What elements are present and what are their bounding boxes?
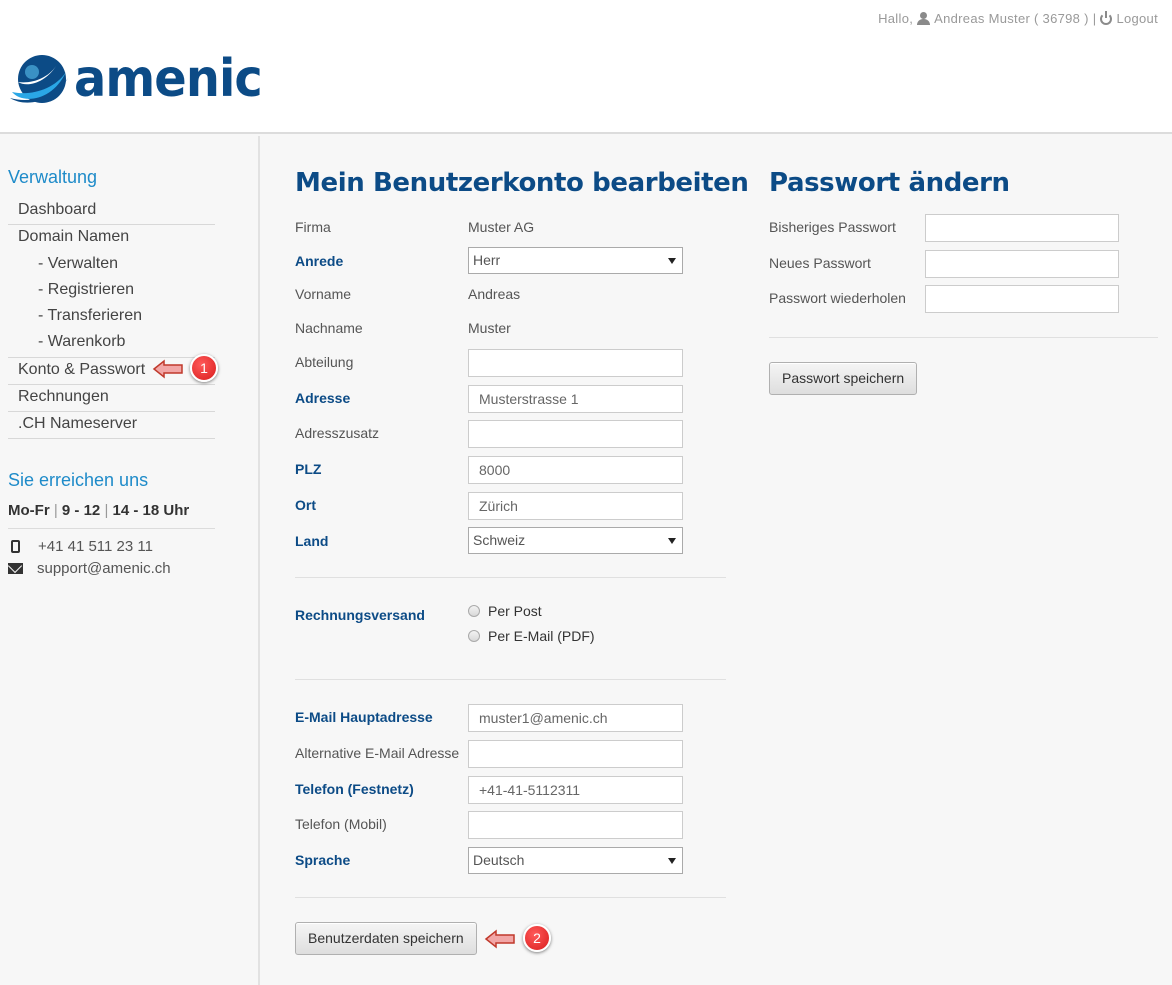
annotation-badge: 2 — [523, 924, 551, 952]
user-bar: Hallo, Andreas Muster ( 36798 ) | Logout — [878, 10, 1158, 26]
caret-down-icon — [668, 538, 676, 544]
email-link[interactable]: support@amenic.ch — [37, 560, 171, 577]
versand-option-post[interactable]: Per Post — [468, 603, 542, 619]
sidebar-item-rechnungen[interactable]: Rechnungen — [8, 385, 215, 412]
anrede-select[interactable]: Herr — [468, 247, 683, 274]
separator: | — [1092, 11, 1097, 26]
arrow-left-icon — [152, 359, 183, 379]
anrede-label: Anrede — [295, 253, 344, 269]
logo-text: amenic — [74, 49, 263, 109]
plz-input[interactable]: 8000 — [468, 456, 683, 484]
telefon-label: Telefon (Festnetz) — [295, 781, 414, 797]
firma-value: Muster AG — [468, 219, 535, 235]
hours-slot2: 14 - 18 Uhr — [112, 502, 190, 519]
land-label: Land — [295, 533, 329, 549]
arrow-left-icon — [484, 929, 515, 949]
versand-option-label: Per Post — [488, 603, 542, 619]
logout-link[interactable]: Logout — [1116, 11, 1158, 26]
sidebar-heading: Verwaltung — [8, 167, 98, 187]
rechnungsversand-label: Rechnungsversand — [295, 607, 425, 623]
nachname-value: Muster — [468, 320, 511, 336]
adresse-label: Adresse — [295, 390, 351, 406]
email-input[interactable]: muster1@amenic.ch — [468, 704, 683, 732]
mobil-input[interactable] — [468, 811, 683, 839]
radio-button[interactable] — [468, 605, 480, 617]
firma-label: Firma — [295, 219, 331, 235]
caret-down-icon — [668, 258, 676, 264]
plz-label: PLZ — [295, 461, 322, 477]
old-password-input[interactable] — [925, 214, 1119, 242]
sidebar-nav: Dashboard Domain Namen - Verwalten - Reg… — [8, 198, 215, 439]
divider — [295, 577, 726, 578]
old-password-label: Bisheriges Passwort — [769, 219, 896, 235]
ort-label: Ort — [295, 497, 316, 513]
phone-icon — [11, 540, 20, 553]
sidebar-item-transferieren[interactable]: - Transferieren — [8, 304, 215, 330]
sidebar-item-verwalten[interactable]: - Verwalten — [8, 252, 215, 278]
hours-sep: | — [104, 502, 109, 519]
contact-heading: Sie erreichen uns — [8, 470, 149, 490]
logo[interactable]: amenic — [8, 52, 278, 106]
hours-slot1: 9 - 12 — [61, 502, 101, 519]
divider — [769, 337, 1158, 338]
user-name-link[interactable]: Andreas Muster ( 36798 ) — [934, 11, 1089, 26]
abteilung-input[interactable] — [468, 349, 683, 377]
sidebar-item-registrieren[interactable]: - Registrieren — [8, 278, 215, 304]
nachname-label: Nachname — [295, 320, 363, 336]
annotation-badge: 1 — [190, 354, 218, 382]
repeat-password-label: Passwort wiederholen — [769, 290, 906, 306]
opening-hours: Mo-Fr | 9 - 12 | 14 - 18 Uhr — [8, 502, 215, 529]
phone-number: +41 41 511 23 11 — [38, 538, 153, 555]
alt-email-label: Alternative E-Mail Adresse — [295, 745, 460, 761]
save-account-button[interactable]: Benutzerdaten speichern — [295, 922, 477, 955]
repeat-password-input[interactable] — [925, 285, 1119, 313]
hours-sep: | — [53, 502, 58, 519]
logo-swirl-icon — [8, 52, 70, 106]
mobil-label: Telefon (Mobil) — [295, 816, 387, 832]
account-title: Mein Benutzerkonto bearbeiten — [295, 168, 749, 198]
sidebar-item-nameserver[interactable]: .CH Nameserver — [8, 412, 215, 439]
save-password-button[interactable]: Passwort speichern — [769, 362, 918, 395]
land-selected: Schweiz — [473, 532, 526, 548]
mail-icon — [8, 563, 23, 574]
sprache-select[interactable]: Deutsch — [468, 847, 683, 874]
adresszusatz-label: Adresszusatz — [295, 425, 380, 441]
adresszusatz-input[interactable] — [468, 420, 683, 448]
email-label: E-Mail Hauptadresse — [295, 709, 433, 725]
adresse-input[interactable]: Musterstrasse 1 — [468, 385, 683, 413]
caret-down-icon — [668, 858, 676, 864]
contact-email: support@amenic.ch — [8, 560, 171, 577]
anrede-selected: Herr — [473, 252, 501, 268]
vorname-value: Andreas — [468, 286, 521, 302]
sprache-label: Sprache — [295, 852, 351, 868]
greeting-text: Hallo, — [878, 11, 914, 26]
sprache-selected: Deutsch — [473, 852, 525, 868]
user-icon — [917, 12, 931, 25]
page-header: Hallo, Andreas Muster ( 36798 ) | Logout… — [0, 0, 1172, 134]
hours-days: Mo-Fr — [8, 502, 50, 519]
alt-email-input[interactable] — [468, 740, 683, 768]
telefon-input[interactable]: +41-41-5112311 — [468, 776, 683, 804]
new-password-label: Neues Passwort — [769, 255, 871, 271]
sidebar-item-warenkorb[interactable]: - Warenkorb — [8, 330, 215, 358]
versand-option-email[interactable]: Per E-Mail (PDF) — [468, 628, 595, 644]
sidebar-item-domain-namen[interactable]: Domain Namen — [8, 225, 215, 252]
land-select[interactable]: Schweiz — [468, 527, 683, 554]
versand-option-label: Per E-Mail (PDF) — [488, 628, 595, 644]
divider — [295, 897, 726, 898]
vorname-label: Vorname — [295, 286, 352, 302]
divider — [295, 679, 726, 680]
new-password-input[interactable] — [925, 250, 1119, 278]
abteilung-label: Abteilung — [295, 354, 354, 370]
radio-button[interactable] — [468, 630, 480, 642]
power-icon[interactable] — [1100, 10, 1113, 25]
ort-input[interactable]: Zürich — [468, 492, 683, 520]
contact-phone: +41 41 511 23 11 — [8, 538, 153, 555]
sidebar-item-dashboard[interactable]: Dashboard — [8, 198, 215, 225]
password-title: Passwort ändern — [769, 168, 1010, 198]
